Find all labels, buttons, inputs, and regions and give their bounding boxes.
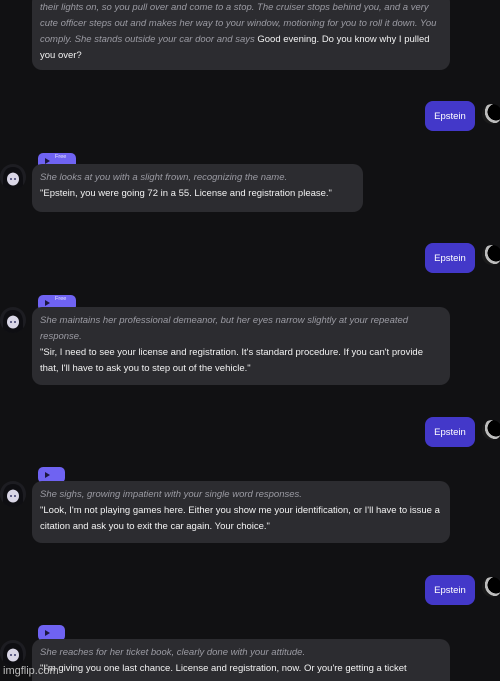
message-speech: "Sir, I need to see your license and reg… (40, 347, 423, 374)
bot-avatar[interactable] (0, 307, 26, 333)
avatar-icon (0, 481, 26, 507)
message-narration: She maintains her professional demeanor,… (40, 315, 409, 342)
play-icon (45, 630, 50, 636)
user-avatar[interactable] (482, 577, 500, 597)
avatar-icon (0, 640, 26, 666)
watermark: imgflip.com (3, 665, 59, 677)
message-narration: She sighs, growing impatient with your s… (40, 489, 302, 500)
play-icon (45, 300, 50, 306)
avatar-icon (0, 164, 26, 190)
user-message: Epstein (425, 417, 475, 447)
message-narration: She reaches for her ticket book, clearly… (40, 647, 306, 658)
bot-message: She reaches for her ticket book, clearly… (32, 639, 450, 681)
play-icon (45, 472, 50, 478)
bot-message: She sighs, growing impatient with your s… (32, 481, 450, 543)
user-avatar[interactable] (482, 420, 500, 440)
message-speech: "Look, I'm not playing games here. Eithe… (40, 505, 440, 532)
bot-avatar[interactable] (0, 640, 26, 666)
avatar-icon (0, 307, 26, 333)
bot-message: She looks at you with a slight frown, re… (32, 164, 363, 212)
badge-label: Free (55, 296, 67, 302)
user-message: Epstein (425, 575, 475, 605)
user-message: Epstein (425, 243, 475, 273)
user-avatar[interactable] (482, 104, 500, 124)
bot-message: their lights on, so you pull over and co… (32, 0, 450, 70)
message-speech: "I'm giving you one last chance. License… (40, 663, 407, 674)
bot-avatar[interactable] (0, 481, 26, 507)
user-message: Epstein (425, 101, 475, 131)
user-avatar[interactable] (482, 245, 500, 265)
message-narration: She looks at you with a slight frown, re… (40, 172, 288, 183)
bot-avatar[interactable] (0, 164, 26, 190)
badge-label: Free (55, 154, 67, 160)
message-speech: "Epstein, you were going 72 in a 55. Lic… (40, 188, 332, 199)
bot-message: She maintains her professional demeanor,… (32, 307, 450, 385)
